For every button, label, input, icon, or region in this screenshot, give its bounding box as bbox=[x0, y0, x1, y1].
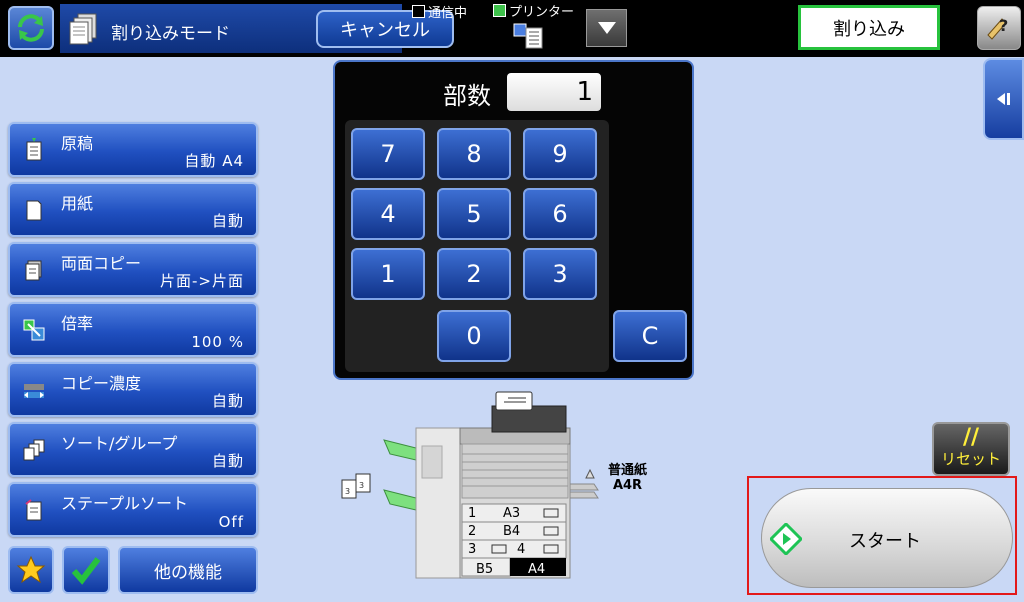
paper-icon bbox=[26, 200, 42, 221]
sidebar-item-original[interactable]: 原稿 自動 A4 bbox=[8, 122, 258, 177]
comm-indicator bbox=[412, 5, 425, 18]
copies-keypad: 部数 1 7 8 9 4 5 6 1 2 3 0 C bbox=[333, 60, 694, 380]
tray-6-size: A4 bbox=[528, 562, 546, 577]
key-9[interactable]: 9 bbox=[523, 128, 597, 180]
reset-label: リセット bbox=[940, 450, 1001, 468]
sidebar-item-duplex[interactable]: 両面コピー 片面->片面 bbox=[8, 242, 258, 297]
document-stack-icon bbox=[69, 13, 97, 45]
sidebar-item-label: 両面コピー bbox=[61, 254, 142, 273]
key-4[interactable]: 4 bbox=[351, 188, 425, 240]
reset-glyph: // bbox=[962, 425, 980, 450]
copies-input[interactable]: 1 bbox=[507, 73, 601, 111]
start-diamond-icon bbox=[770, 523, 802, 555]
sidebar-item-value: 100 % bbox=[191, 333, 244, 351]
printer-indicator bbox=[493, 4, 506, 17]
key-5[interactable]: 5 bbox=[437, 188, 511, 240]
other-functions-button[interactable]: 他の機能 bbox=[118, 546, 258, 594]
staple-sort-icon bbox=[25, 499, 42, 521]
tray-2-number: 2 bbox=[468, 524, 477, 539]
comm-status: 通信中 bbox=[412, 2, 467, 21]
sidebar-item-value: 自動 A4 bbox=[184, 152, 244, 170]
sidebar-item-value: 自動 bbox=[211, 212, 244, 230]
zoom-ratio-icon bbox=[23, 319, 45, 341]
comm-status-label: 通信中 bbox=[428, 6, 468, 21]
key-6[interactable]: 6 bbox=[523, 188, 597, 240]
refresh-arrows-icon bbox=[18, 14, 44, 42]
key-1[interactable]: 1 bbox=[351, 248, 425, 300]
sidebar-item-value: 自動 bbox=[211, 392, 244, 410]
help-button[interactable]: ? bbox=[977, 6, 1021, 50]
density-icon bbox=[24, 384, 44, 398]
tray-1-number: 1 bbox=[468, 506, 477, 521]
key-0[interactable]: 0 bbox=[437, 310, 511, 362]
original-icon bbox=[26, 138, 42, 161]
start-label: スタート bbox=[849, 531, 921, 552]
triangle-down-icon bbox=[597, 22, 616, 34]
sidebar-item-staple-sort[interactable]: ステープルソート Off bbox=[8, 482, 258, 537]
duplex-icon bbox=[25, 260, 42, 281]
top-bar: 割り込みモード キャンセル 通信中 プリンター 割り込み ? bbox=[0, 0, 1024, 57]
original-doc-icon bbox=[495, 391, 533, 411]
clear-key[interactable]: C bbox=[613, 310, 687, 362]
tray-5-size: B5 bbox=[476, 562, 494, 577]
checkmark-icon bbox=[71, 557, 101, 585]
mode-label: 割り込みモード bbox=[111, 24, 230, 44]
sidebar-item-value: 片面->片面 bbox=[160, 272, 244, 290]
sidebar-item-density[interactable]: コピー濃度 自動 bbox=[8, 362, 258, 417]
collapse-left-icon bbox=[996, 93, 1010, 105]
tray-1-size: A3 bbox=[503, 506, 521, 521]
favorites-button[interactable] bbox=[8, 546, 54, 594]
printer-status: プリンター bbox=[493, 1, 574, 20]
printer-job-icon bbox=[513, 23, 543, 49]
svg-text:?: ? bbox=[999, 16, 1008, 35]
sidebar-item-ratio[interactable]: 倍率 100 % bbox=[8, 302, 258, 357]
svg-text:3: 3 bbox=[345, 487, 350, 496]
star-icon bbox=[16, 555, 46, 584]
key-7[interactable]: 7 bbox=[351, 128, 425, 180]
sidebar-item-label: 倍率 bbox=[61, 314, 94, 333]
check-settings-button[interactable] bbox=[62, 546, 110, 594]
sidebar-item-value: 自動 bbox=[211, 452, 244, 470]
key-2[interactable]: 2 bbox=[437, 248, 511, 300]
sidebar-item-label: ステープルソート bbox=[61, 494, 189, 513]
sidebar-item-value: Off bbox=[218, 513, 244, 531]
tray-3-number: 3 bbox=[468, 542, 477, 557]
key-3[interactable]: 3 bbox=[523, 248, 597, 300]
start-highlight-frame: スタート bbox=[747, 476, 1017, 595]
paper-size-label: A4R bbox=[612, 478, 643, 493]
tray-2-size: B4 bbox=[503, 524, 521, 539]
sidebar-item-label: 用紙 bbox=[61, 194, 94, 213]
output-tray-upper bbox=[383, 439, 417, 461]
output-tray-lower bbox=[383, 489, 417, 511]
svg-text:3: 3 bbox=[359, 481, 364, 490]
start-button[interactable]: スタート bbox=[761, 488, 1013, 588]
home-button[interactable] bbox=[8, 6, 54, 50]
copies-label: 部数 bbox=[443, 82, 491, 110]
keys-area: 7 8 9 4 5 6 1 2 3 0 bbox=[345, 120, 609, 372]
help-icon: ? bbox=[987, 16, 1008, 40]
sidebar-item-label: ソート/グループ bbox=[61, 434, 178, 453]
printer-status-label: プリンター bbox=[509, 5, 575, 20]
bypass-paper-info: 普通紙 A4R bbox=[608, 459, 647, 493]
sidebar-item-label: 原稿 bbox=[61, 134, 94, 153]
status-dropdown-button[interactable] bbox=[586, 9, 627, 47]
tray-4-size: 4 bbox=[517, 542, 526, 557]
interrupt-mode-panel: 割り込みモード キャンセル bbox=[60, 4, 454, 53]
sidebar-item-paper[interactable]: 用紙 自動 bbox=[8, 182, 258, 237]
side-panel-tab[interactable] bbox=[983, 58, 1024, 140]
reset-button[interactable]: // リセット bbox=[932, 422, 1010, 476]
paper-type-label: 普通紙 bbox=[608, 463, 648, 478]
sidebar-item-sort-group[interactable]: ソート/グループ 自動 bbox=[8, 422, 258, 477]
sort-group-icon bbox=[23, 439, 45, 461]
key-8[interactable]: 8 bbox=[437, 128, 511, 180]
sidebar-item-label: コピー濃度 bbox=[61, 374, 142, 393]
interrupt-button[interactable]: 割り込み bbox=[798, 5, 940, 50]
